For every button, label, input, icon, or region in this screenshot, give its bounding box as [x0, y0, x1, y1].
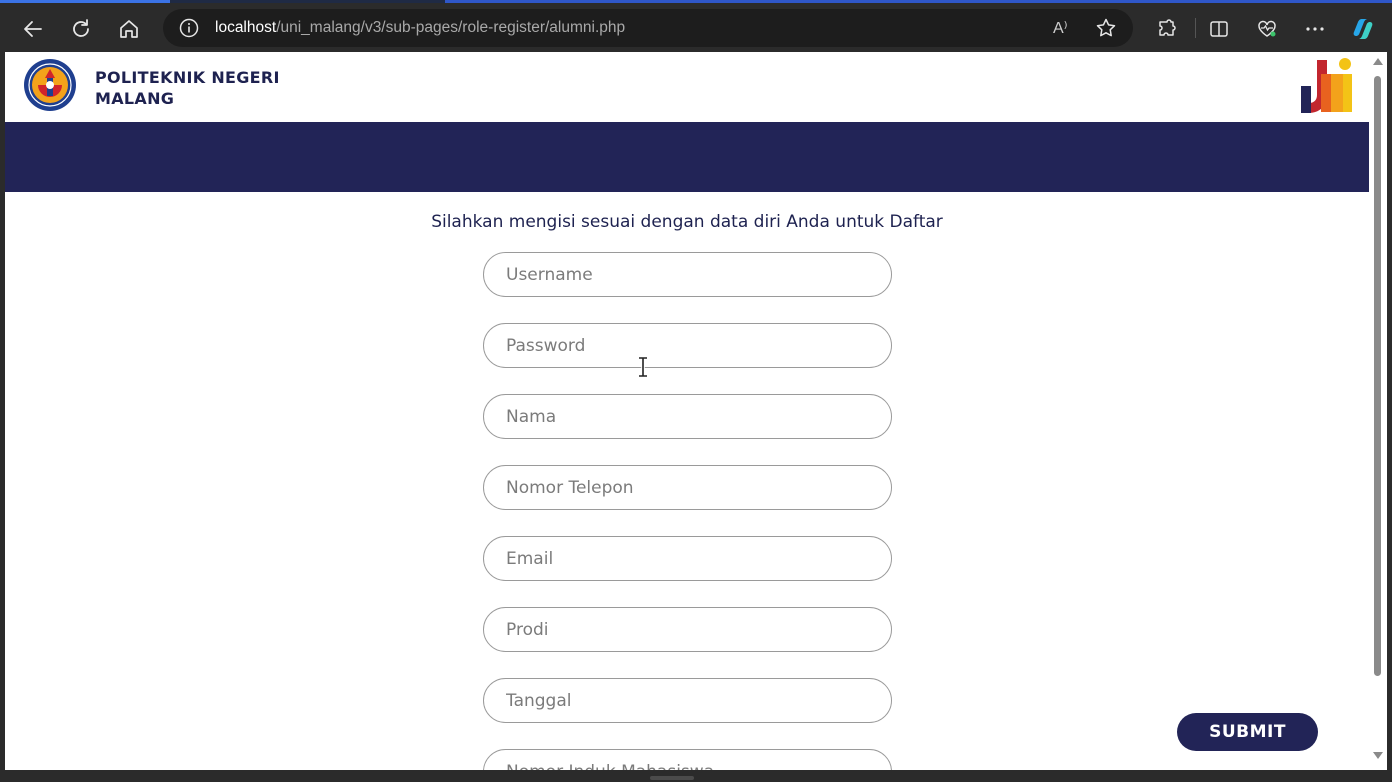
site-header: POLITEKNIK NEGERI MALANG [5, 52, 1369, 122]
home-icon[interactable] [114, 14, 144, 44]
split-screen-icon[interactable] [1204, 14, 1234, 44]
refresh-icon[interactable] [66, 14, 96, 44]
institution-name-line1: POLITEKNIK NEGERI [95, 68, 280, 87]
url-text[interactable]: localhost/uni_malang/v3/sub-pages/role-r… [215, 19, 625, 37]
username-field[interactable] [483, 252, 892, 297]
text-cursor-icon [637, 356, 649, 378]
nim-field[interactable] [483, 749, 892, 770]
tanggal-field[interactable] [483, 678, 892, 723]
back-icon[interactable] [18, 14, 48, 44]
institution-name: POLITEKNIK NEGERI MALANG [95, 67, 280, 109]
health-icon[interactable] [1252, 14, 1282, 44]
window-bottom-edge [0, 770, 1392, 782]
info-icon[interactable] [179, 18, 199, 38]
page-scrollbar[interactable] [1369, 52, 1387, 770]
browser-toolbar: localhost/uni_malang/v3/sub-pages/role-r… [0, 0, 1392, 56]
scrollbar-thumb[interactable] [1374, 76, 1381, 676]
url-path: /uni_malang/v3/sub-pages/role-register/a… [276, 19, 626, 36]
scroll-down-icon[interactable] [1373, 752, 1383, 759]
tab-strip-edge [0, 0, 1392, 3]
page-viewport: POLITEKNIK NEGERI MALANG Silahkan mengis… [5, 52, 1369, 770]
url-host: localhost [215, 19, 277, 36]
submit-button[interactable]: SUBMIT [1177, 713, 1318, 751]
header-band [5, 122, 1369, 192]
phone-field[interactable] [483, 465, 892, 510]
favorite-icon[interactable] [1095, 17, 1117, 39]
more-icon[interactable] [1300, 14, 1330, 44]
read-aloud-icon[interactable]: A⁾ [1053, 18, 1075, 38]
nama-field[interactable] [483, 394, 892, 439]
password-field[interactable] [483, 323, 892, 368]
prodi-field[interactable] [483, 607, 892, 652]
copilot-icon[interactable] [1348, 14, 1378, 44]
institution-name-line2: MALANG [95, 89, 175, 108]
polinema-logo [23, 58, 77, 112]
extensions-icon[interactable] [1152, 14, 1182, 44]
address-bar[interactable]: localhost/uni_malang/v3/sub-pages/role-r… [163, 9, 1133, 47]
email-field[interactable] [483, 536, 892, 581]
form-intro-text: Silahkan mengisi sesuai dengan data diri… [431, 212, 943, 232]
toolbar-separator [1195, 18, 1196, 38]
scroll-up-icon[interactable] [1373, 58, 1383, 65]
jti-logo [1295, 56, 1357, 116]
